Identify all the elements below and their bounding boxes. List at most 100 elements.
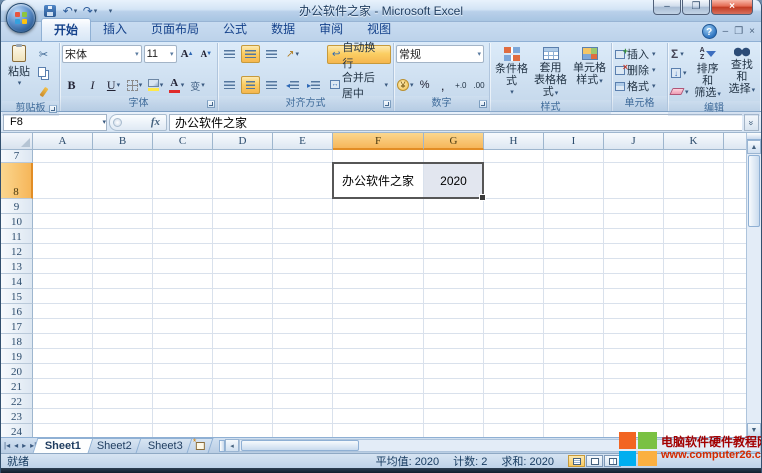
cell-J18[interactable] bbox=[604, 334, 664, 349]
insert-cells-button[interactable]: 插入▾ bbox=[614, 46, 665, 62]
workbook-restore-button[interactable]: ❐ bbox=[734, 27, 743, 37]
cell-B12[interactable] bbox=[93, 244, 153, 259]
cell-B23[interactable] bbox=[93, 409, 153, 424]
cell-D10[interactable] bbox=[213, 214, 273, 229]
cell-J14[interactable] bbox=[604, 274, 664, 289]
number-dialog-launcher[interactable] bbox=[479, 100, 487, 108]
column-header-J[interactable]: J bbox=[604, 133, 664, 150]
cell-F13[interactable] bbox=[333, 259, 424, 274]
cell-G22[interactable] bbox=[424, 394, 484, 409]
cell-D16[interactable] bbox=[213, 304, 273, 319]
tab-数据[interactable]: 数据 bbox=[259, 18, 307, 41]
first-sheet-button[interactable]: |◂ bbox=[4, 441, 10, 450]
cell-H11[interactable] bbox=[484, 229, 544, 244]
cell-partial[interactable] bbox=[724, 199, 748, 214]
cell-partial[interactable] bbox=[724, 259, 748, 274]
vertical-scroll-thumb[interactable] bbox=[748, 155, 760, 227]
clear-button[interactable]: ▾ bbox=[670, 84, 690, 99]
cell-K22[interactable] bbox=[664, 394, 724, 409]
cell-partial[interactable] bbox=[724, 349, 748, 364]
cell-G14[interactable] bbox=[424, 274, 484, 289]
fill-button[interactable]: ↓▾ bbox=[670, 65, 690, 80]
number-format-combo[interactable]: 常规▾ bbox=[396, 45, 484, 63]
cell-E8[interactable] bbox=[273, 163, 333, 199]
tab-开始[interactable]: 开始 bbox=[41, 18, 91, 41]
cell-I12[interactable] bbox=[544, 244, 604, 259]
cell-J7[interactable] bbox=[604, 150, 664, 163]
cell-partial[interactable] bbox=[724, 289, 748, 304]
expand-formula-bar-button[interactable]: » bbox=[744, 114, 759, 131]
cell-B16[interactable] bbox=[93, 304, 153, 319]
row-header-23[interactable]: 23 bbox=[1, 409, 33, 424]
cell-F16[interactable] bbox=[333, 304, 424, 319]
cell-C20[interactable] bbox=[153, 364, 213, 379]
cell-H14[interactable] bbox=[484, 274, 544, 289]
cell-I15[interactable] bbox=[544, 289, 604, 304]
cell-K10[interactable] bbox=[664, 214, 724, 229]
cell-I7[interactable] bbox=[544, 150, 604, 163]
column-header-partial[interactable] bbox=[724, 133, 748, 150]
italic-button[interactable]: I bbox=[83, 76, 102, 94]
cell-G7[interactable] bbox=[424, 150, 484, 163]
cell-C9[interactable] bbox=[153, 199, 213, 214]
cell-J21[interactable] bbox=[604, 379, 664, 394]
cell-partial[interactable] bbox=[724, 229, 748, 244]
cell-A8[interactable] bbox=[33, 163, 93, 199]
shrink-font-button[interactable]: A▼ bbox=[198, 45, 215, 63]
align-middle-button[interactable] bbox=[241, 45, 260, 63]
cell-F14[interactable] bbox=[333, 274, 424, 289]
cell-H9[interactable] bbox=[484, 199, 544, 214]
workbook-minimize-button[interactable]: – bbox=[723, 27, 729, 37]
cell-H8[interactable] bbox=[484, 163, 544, 199]
cell-E7[interactable] bbox=[273, 150, 333, 163]
cell-C10[interactable] bbox=[153, 214, 213, 229]
bold-button[interactable]: B bbox=[62, 76, 81, 94]
cell-D20[interactable] bbox=[213, 364, 273, 379]
font-size-combo[interactable]: 11▾ bbox=[144, 45, 177, 63]
format-painter-button[interactable] bbox=[34, 83, 53, 101]
cell-A12[interactable] bbox=[33, 244, 93, 259]
cell-D22[interactable] bbox=[213, 394, 273, 409]
grow-font-button[interactable]: A▲ bbox=[179, 45, 196, 63]
cell-partial[interactable] bbox=[724, 274, 748, 289]
cell-K23[interactable] bbox=[664, 409, 724, 424]
cell-partial[interactable] bbox=[724, 304, 748, 319]
row-header-22[interactable]: 22 bbox=[1, 394, 33, 409]
insert-function-button[interactable]: fx bbox=[109, 114, 167, 131]
cell-B10[interactable] bbox=[93, 214, 153, 229]
cell-I17[interactable] bbox=[544, 319, 604, 334]
column-header-C[interactable]: C bbox=[153, 133, 213, 150]
cell-I11[interactable] bbox=[544, 229, 604, 244]
cell-C12[interactable] bbox=[153, 244, 213, 259]
cell-G18[interactable] bbox=[424, 334, 484, 349]
cell-G9[interactable] bbox=[424, 199, 484, 214]
tab-公式[interactable]: 公式 bbox=[211, 18, 259, 41]
cell-G21[interactable] bbox=[424, 379, 484, 394]
cell-A13[interactable] bbox=[33, 259, 93, 274]
row-header-11[interactable]: 11 bbox=[1, 229, 33, 244]
cell-I9[interactable] bbox=[544, 199, 604, 214]
cell-F12[interactable] bbox=[333, 244, 424, 259]
clipboard-dialog-launcher[interactable] bbox=[49, 105, 57, 113]
tab-插入[interactable]: 插入 bbox=[91, 18, 139, 41]
cell-E17[interactable] bbox=[273, 319, 333, 334]
cell-H12[interactable] bbox=[484, 244, 544, 259]
column-header-A[interactable]: A bbox=[33, 133, 93, 150]
cell-E18[interactable] bbox=[273, 334, 333, 349]
cell-K19[interactable] bbox=[664, 349, 724, 364]
tab-页面布局[interactable]: 页面布局 bbox=[139, 18, 211, 41]
cell-E22[interactable] bbox=[273, 394, 333, 409]
formula-input[interactable]: 办公软件之家 bbox=[169, 114, 742, 131]
cell-I14[interactable] bbox=[544, 274, 604, 289]
cell-partial[interactable] bbox=[724, 214, 748, 229]
column-header-E[interactable]: E bbox=[273, 133, 333, 150]
row-header-10[interactable]: 10 bbox=[1, 214, 33, 229]
cell-D13[interactable] bbox=[213, 259, 273, 274]
cell-B20[interactable] bbox=[93, 364, 153, 379]
customize-qat-button[interactable]: ▾ bbox=[101, 3, 119, 19]
cell-E19[interactable] bbox=[273, 349, 333, 364]
decrease-decimal-button[interactable]: .00 bbox=[471, 76, 487, 94]
underline-button[interactable]: U▾ bbox=[104, 76, 123, 94]
cell-E13[interactable] bbox=[273, 259, 333, 274]
cell-I22[interactable] bbox=[544, 394, 604, 409]
